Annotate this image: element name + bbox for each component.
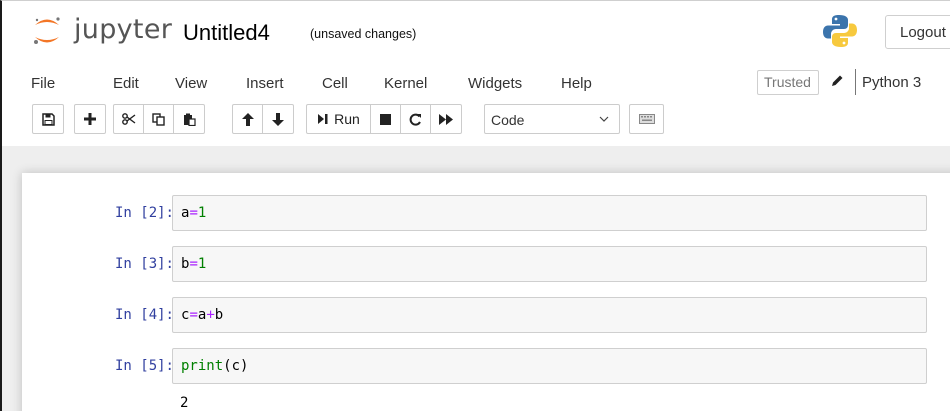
- input-prompt: In [3]:: [114, 256, 174, 272]
- code-variable: b: [214, 307, 224, 323]
- command-palette-button[interactable]: [629, 104, 664, 134]
- cell-type-select[interactable]: Code: [484, 104, 620, 134]
- run-label: Run: [334, 111, 360, 127]
- menu-help[interactable]: Help: [561, 75, 592, 92]
- save-icon: [41, 112, 55, 126]
- insert-cell-button[interactable]: [75, 105, 105, 133]
- save-group: [32, 104, 64, 134]
- pencil-icon[interactable]: [830, 74, 844, 88]
- code-args: (c): [223, 358, 249, 374]
- menu-file[interactable]: File: [31, 75, 55, 92]
- save-status: (unsaved changes): [310, 27, 417, 41]
- move-up-button[interactable]: [233, 105, 263, 133]
- code-number: 1: [197, 256, 207, 272]
- code-cell-input[interactable]: b=1: [172, 246, 927, 282]
- kernel-name[interactable]: Python 3: [862, 74, 921, 91]
- code-cell-input[interactable]: a=1: [172, 195, 927, 231]
- interrupt-button[interactable]: [371, 105, 401, 133]
- toolbar: Run Code: [32, 104, 950, 138]
- menu-view[interactable]: View: [175, 75, 207, 92]
- chevron-down-icon: [599, 116, 609, 122]
- header: jupyter Untitled4 (unsaved changes) Logo…: [2, 1, 950, 67]
- stop-icon: [380, 113, 391, 125]
- code-operator: =: [189, 205, 198, 221]
- cut-button[interactable]: [114, 105, 144, 133]
- plus-icon: [84, 113, 96, 125]
- input-prompt: In [5]:: [114, 358, 174, 374]
- fast-forward-icon: [439, 113, 453, 125]
- code-builtin: print: [181, 358, 224, 374]
- menu-cell[interactable]: Cell: [322, 75, 348, 92]
- menu-widgets[interactable]: Widgets: [468, 75, 522, 92]
- notebook-name[interactable]: Untitled4: [183, 20, 270, 46]
- input-prompt: In [2]:: [114, 205, 174, 221]
- arrow-up-icon: [241, 112, 254, 126]
- insert-group: [74, 104, 106, 134]
- menu-kernel[interactable]: Kernel: [384, 75, 427, 92]
- copy-icon: [152, 112, 165, 126]
- jupyter-logo-icon[interactable]: [32, 15, 62, 47]
- restart-button[interactable]: [401, 105, 431, 133]
- cell-output: 2: [180, 395, 189, 411]
- paste-icon: [183, 113, 196, 126]
- keyboard-icon: [639, 114, 655, 124]
- menu-edit[interactable]: Edit: [113, 75, 139, 92]
- scissors-icon: [121, 113, 135, 125]
- code-cell-input[interactable]: print(c): [172, 348, 927, 384]
- code-operator: =: [189, 256, 198, 272]
- code-number: 1: [197, 205, 207, 221]
- cell-type-value: Code: [491, 112, 525, 128]
- edit-group: [113, 104, 205, 134]
- run-button[interactable]: Run: [307, 105, 371, 133]
- code-operator: +: [206, 307, 215, 323]
- trusted-indicator[interactable]: Trusted: [757, 70, 819, 95]
- menu-insert[interactable]: Insert: [246, 75, 284, 92]
- jupyter-brand[interactable]: jupyter: [74, 14, 172, 45]
- jupyter-window: jupyter Untitled4 (unsaved changes) Logo…: [0, 0, 950, 411]
- code-operator: =: [189, 307, 198, 323]
- menubar: File Edit View Insert Cell Kernel Widget…: [22, 65, 950, 101]
- run-group: Run: [306, 104, 462, 134]
- copy-button[interactable]: [144, 105, 174, 133]
- code-cell-input[interactable]: c=a+b: [172, 297, 927, 333]
- arrow-down-icon: [272, 112, 284, 126]
- run-icon: [318, 114, 328, 124]
- kernel-separator: [855, 69, 856, 95]
- move-group: [232, 104, 294, 134]
- move-down-button[interactable]: [263, 105, 293, 133]
- restart-run-all-button[interactable]: [431, 105, 461, 133]
- restart-icon: [409, 113, 421, 126]
- paste-button[interactable]: [174, 105, 204, 133]
- input-prompt: In [4]:: [114, 307, 174, 323]
- python-logo-icon: [823, 15, 857, 47]
- logout-button[interactable]: Logout: [885, 15, 950, 49]
- save-button[interactable]: [33, 105, 63, 133]
